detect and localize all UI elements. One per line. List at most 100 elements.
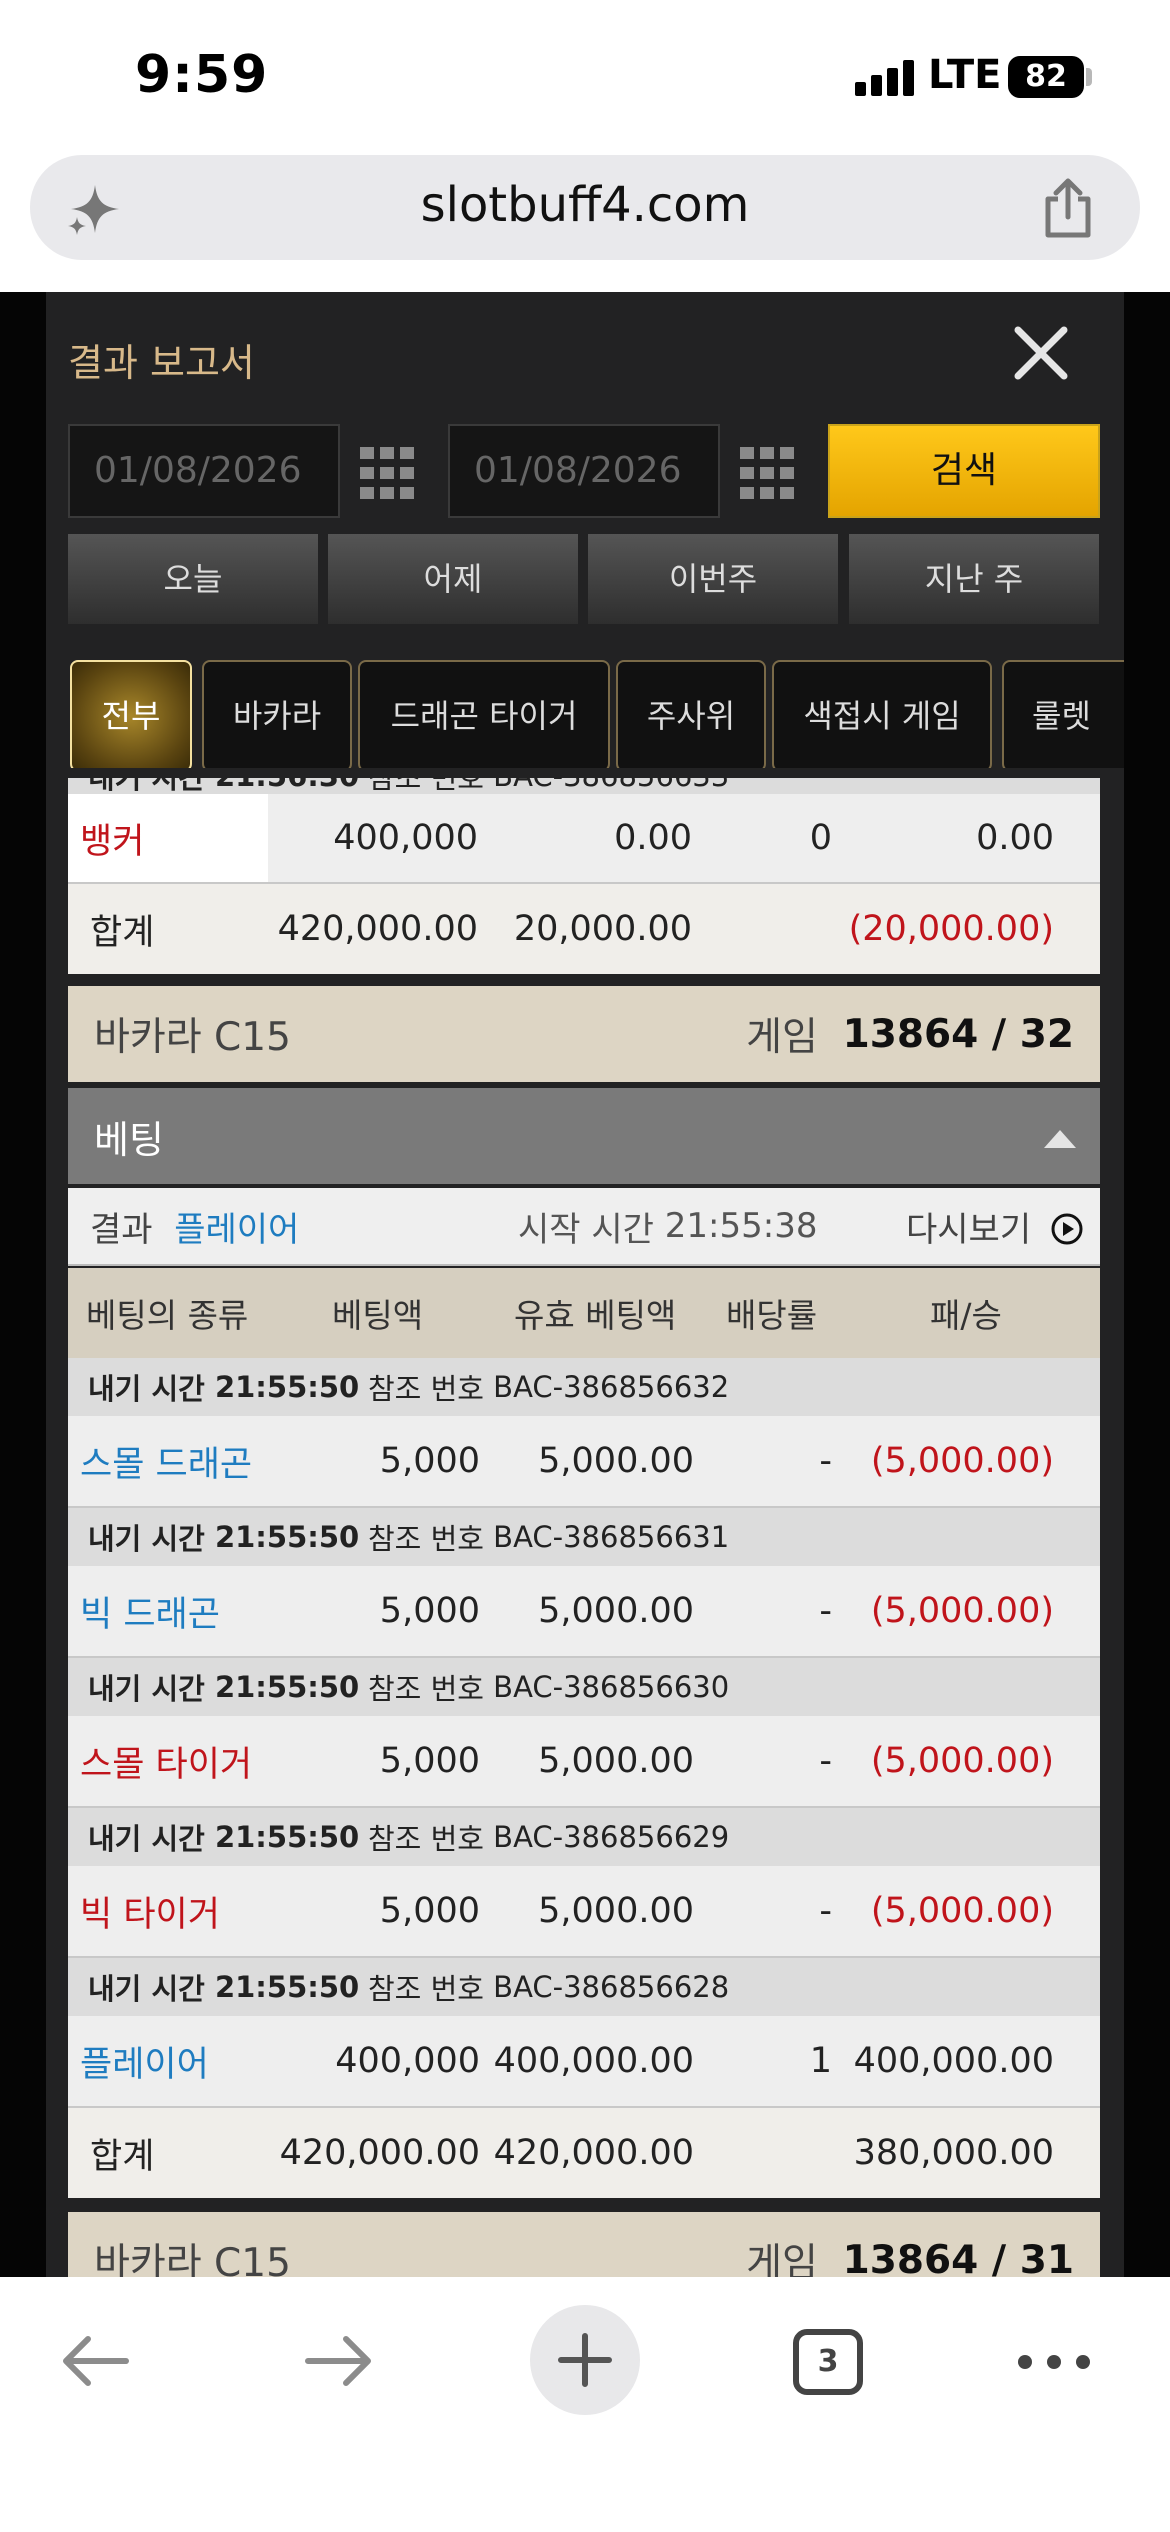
battery-icon: 82 [1008,56,1084,98]
win-loss: 400,000.00 [853,2041,1054,2081]
signal-icon [855,60,915,96]
total-label: 합계 [90,2136,155,2177]
ref-label: 참조 번호 [368,1522,484,1556]
valid-bet-amount: 0.00 [614,818,692,858]
collapse-arrow-icon[interactable] [1044,1130,1076,1148]
odds: - [819,1741,832,1781]
bet-table-header: 베팅의 종류 베팅액 유효 베팅액 배당률 패/승 [68,1268,1100,1358]
replay-label[interactable]: 다시보기 [906,1188,1031,1264]
bet-time: 21:55:50 [214,1970,360,2004]
more-menu-icon[interactable] [1010,2277,1110,2437]
table-name: 바카라 C15 [94,1015,291,1060]
col-valid-bet: 유효 베팅액 [514,1296,677,1335]
bet-meta-row: 내기 시간 21:55:50 참조 번호 BAC-386856630 [68,1658,1100,1716]
ref-number: BAC-386856629 [493,1820,730,1854]
bet-type: 빅 드래곤 [80,1594,220,1635]
url-text[interactable]: slotbuff4.com [30,177,1140,233]
bet-amount: 400,000 [333,818,478,858]
bet-time: 21:56:30 [215,778,359,793]
odds: 1 [809,2041,832,2081]
valid-bet-amount: 400,000.00 [493,2041,694,2081]
result-bar: 결과 플레이어 시작 시간 21:55:38 다시보기 [68,1188,1100,1266]
bet-meta-row: 내기 시간 21:55:50 참조 번호 BAC-386856629 [68,1808,1100,1866]
bet-amount: 5,000 [379,1591,480,1631]
status-bar: 9:59 LTE 82 [0,0,1170,150]
bet-time-label: 내기 시간 [88,1972,205,2006]
bet-amount: 5,000 [379,1441,480,1481]
tab-dice[interactable]: 주사위 [616,660,766,768]
bet-type: 스몰 드래곤 [80,1444,253,1485]
bet-type: 스몰 타이거 [80,1744,253,1785]
tab-color-dish[interactable]: 색접시 게임 [772,660,992,768]
period-today-button[interactable]: 오늘 [68,534,318,624]
bet-row: 스몰 타이거 5,000 5,000.00 - (5,000.00) [68,1716,1100,1808]
col-odds: 배당률 [726,1296,818,1335]
betting-section-header[interactable]: 베팅 [68,1088,1100,1184]
bet-time-label: 내기 시간 [88,1372,205,1406]
ref-number: BAC-386856628 [493,1970,730,2004]
game-label: 게임 [746,1015,818,1060]
valid-bet-amount: 5,000.00 [538,1591,694,1631]
col-bet-amount: 베팅액 [332,1296,424,1335]
odds: - [819,1441,832,1481]
ref-label: 참조 번호 [368,1372,484,1406]
total-label: 합계 [90,912,155,953]
odds: - [819,1891,832,1931]
bet-time: 21:55:50 [214,1370,360,1404]
valid-bet-amount: 5,000.00 [538,1741,694,1781]
bet-row: 빅 드래곤 5,000 5,000.00 - (5,000.00) [68,1566,1100,1658]
win-loss: (5,000.00) [870,1891,1054,1931]
ref-number: BAC-386856631 [493,1520,730,1554]
bet-meta-row: 내기 시간 21:55:50 참조 번호 BAC-386856631 [68,1508,1100,1566]
bet-type: 뱅커 [80,821,145,862]
bet-amount: 5,000 [379,1741,480,1781]
address-bar[interactable]: slotbuff4.com [30,155,1140,260]
odds: - [819,1591,832,1631]
total-valid-amount: 420,000.00 [493,2133,694,2173]
web-page: 결과 보고서 01/08/2026 01/08/2026 검색 오늘 어제 이번… [0,292,1170,2277]
tab-baccarat[interactable]: 바카라 [202,660,352,768]
date-from-input[interactable]: 01/08/2026 [68,424,340,518]
calendar-icon[interactable] [360,447,414,499]
ref-label: 참조 번호 [368,1672,484,1706]
bet-time-label: 내기 시간 [88,1672,205,1706]
date-to-input[interactable]: 01/08/2026 [448,424,720,518]
share-icon[interactable] [1040,177,1096,239]
play-icon[interactable] [1050,1212,1084,1246]
close-icon[interactable] [1006,318,1076,388]
bet-row: 플레이어 400,000 400,000.00 1 400,000.00 [68,2016,1100,2108]
ref-number: BAC-386856632 [493,1370,730,1404]
back-arrow-icon[interactable] [60,2333,130,2389]
odds: 0 [809,818,832,858]
total-amount: 420,000.00 [279,2133,480,2173]
period-yesterday-button[interactable]: 어제 [328,534,578,624]
results-list[interactable]: 내기 시간 21:56:30 참조 번호 BAC-386856633 뱅커 40… [68,778,1100,2277]
period-this-week-button[interactable]: 이번주 [588,534,838,624]
tabs-button[interactable]: 3 [793,2329,863,2395]
bet-time: 21:55:50 [214,1670,360,1704]
tab-dragon-tiger[interactable]: 드래곤 타이거 [358,660,610,768]
bet-type: 빅 타이거 [80,1894,220,1935]
bet-row: 빅 타이거 5,000 5,000.00 - (5,000.00) [68,1866,1100,1958]
result-label: 결과 [90,1209,153,1250]
col-bet-type: 베팅의 종류 [86,1296,249,1335]
result-report-modal: 결과 보고서 01/08/2026 01/08/2026 검색 오늘 어제 이번… [46,292,1124,2277]
win-loss: (5,000.00) [870,1741,1054,1781]
tab-roulette[interactable]: 룰렛 [1002,660,1124,768]
game-label: 게임 [746,2241,818,2277]
tab-all[interactable]: 전부 [70,660,192,768]
total-win-loss: 380,000.00 [853,2133,1054,2173]
valid-bet-amount: 5,000.00 [538,1891,694,1931]
bet-meta-row: 내기 시간 21:56:30 참조 번호 BAC-386856633 [68,778,1100,795]
forward-arrow-icon[interactable] [304,2333,374,2389]
bet-row: 뱅커 400,000 0.00 0 0.00 [68,794,1100,884]
game-number: 13864 / 32 [842,1011,1074,1057]
new-tab-button[interactable] [530,2305,640,2415]
period-last-week-button[interactable]: 지난 주 [849,534,1099,624]
bet-type: 플레이어 [80,2044,209,2085]
total-valid-amount: 20,000.00 [513,909,692,949]
search-button[interactable]: 검색 [828,424,1100,518]
bet-time-label: 내기 시간 [88,1522,205,1556]
game-header: 바카라 C15 게임 13864 / 31 [68,2212,1100,2277]
calendar-icon[interactable] [740,447,794,499]
